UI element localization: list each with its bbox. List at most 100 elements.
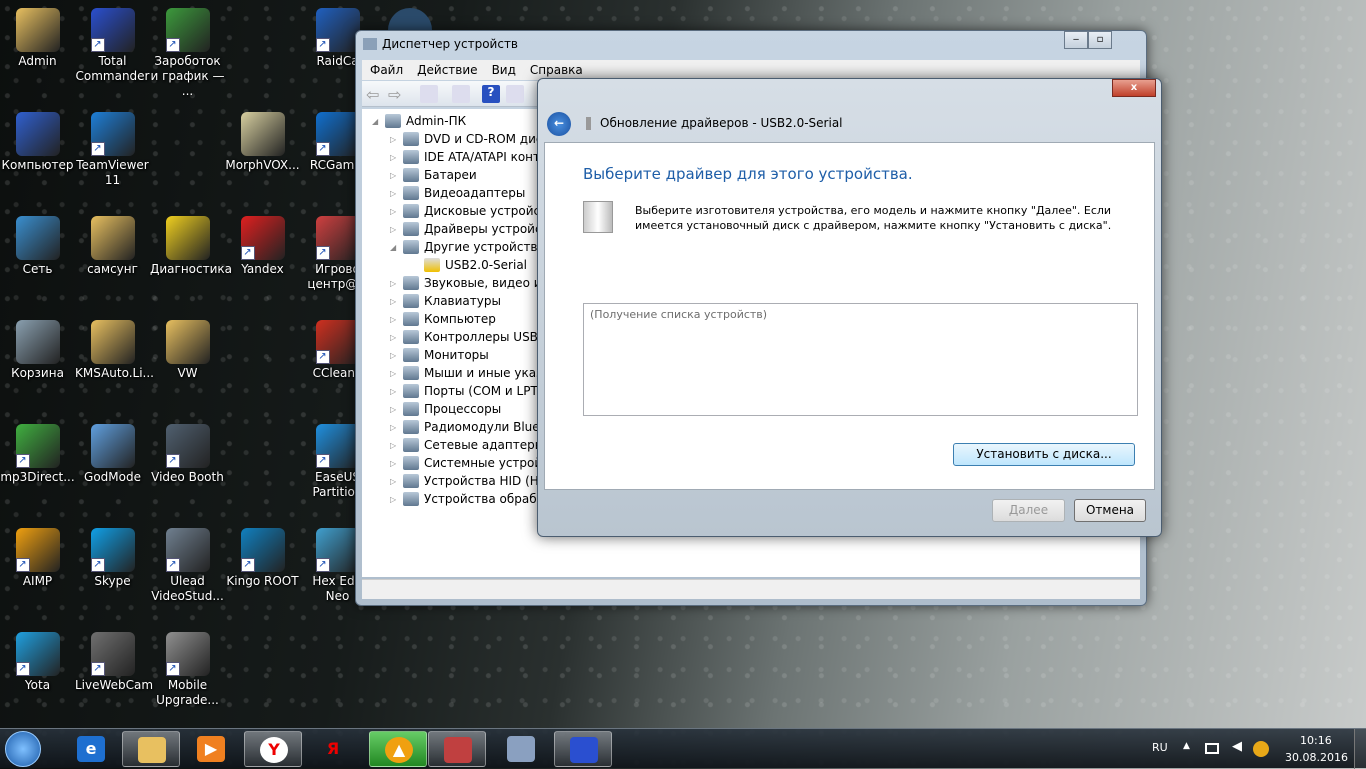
tree-category[interactable]: ▷ Батареи	[390, 166, 477, 184]
desktop-icon[interactable]: ↗ Kingo ROOT	[225, 528, 300, 589]
taskbar-yandex-browser[interactable]: Y	[244, 731, 302, 767]
expand-icon[interactable]: ▷	[390, 279, 398, 288]
app-icon: ↗	[90, 528, 135, 572]
shortcut-arrow-icon: ↗	[165, 38, 180, 52]
expand-icon[interactable]: ▷	[390, 369, 398, 378]
show-hidden-icons[interactable]: ▲	[1183, 741, 1190, 751]
desktop-icon[interactable]: ↗ Зароботок и график — ...	[150, 8, 225, 99]
expand-icon[interactable]: ▷	[390, 405, 398, 414]
collapse-icon[interactable]: ◢	[390, 243, 398, 252]
tree-category[interactable]: ▷ Мониторы	[390, 346, 489, 364]
taskbar-explorer[interactable]	[122, 731, 180, 767]
expand-icon[interactable]: ▷	[390, 441, 398, 450]
tree-category[interactable]: ▷ Контроллеры USB	[390, 328, 538, 346]
expand-icon[interactable]: ▷	[390, 297, 398, 306]
desktop-icon[interactable]: GodMode	[75, 424, 150, 485]
taskbar-ie[interactable]: e	[62, 731, 120, 767]
forward-icon[interactable]: ⇨	[388, 85, 406, 104]
desktop-icon[interactable]: VW	[150, 320, 225, 381]
clock-date[interactable]: 30.08.2016	[1285, 751, 1348, 764]
console-tree-icon[interactable]	[420, 85, 438, 103]
action-pane-icon[interactable]	[506, 85, 524, 103]
yota-tray-icon[interactable]	[1253, 741, 1269, 757]
expand-icon[interactable]: ▷	[390, 189, 398, 198]
taskbar-device-manager[interactable]	[428, 731, 486, 767]
tree-root[interactable]: ◢ Admin-ПК	[372, 112, 466, 130]
expand-icon[interactable]: ▷	[390, 351, 398, 360]
expand-icon[interactable]: ▷	[390, 171, 398, 180]
collapse-icon[interactable]: ◢	[372, 117, 380, 126]
expand-icon[interactable]: ▷	[390, 477, 398, 486]
desktop-icon[interactable]: ↗ Mobile Upgrade...	[150, 632, 225, 708]
tree-category[interactable]: ▷ Процессоры	[390, 400, 501, 418]
tree-node-label: Драйверы устройств	[424, 222, 556, 236]
desktop-icon[interactable]: MorphVOX...	[225, 112, 300, 173]
tree-category[interactable]: ▷ Клавиатуры	[390, 292, 501, 310]
expand-icon[interactable]: ▷	[390, 459, 398, 468]
computer-icon	[385, 114, 401, 128]
tree-category[interactable]: ▷ Видеоадаптеры	[390, 184, 525, 202]
expand-icon[interactable]: ▷	[390, 225, 398, 234]
expand-icon[interactable]: ▷	[390, 495, 398, 504]
desktop-icon[interactable]: KMSAuto.Li...	[75, 320, 154, 381]
taskbar-media-player[interactable]: ▶	[182, 731, 240, 767]
desktop-icon[interactable]: ↗ Yota	[0, 632, 75, 693]
desktop-icon[interactable]: Диагностика	[150, 216, 232, 277]
menu-file[interactable]: Файл	[370, 63, 403, 77]
back-icon[interactable]: ⇦	[366, 85, 384, 104]
expand-icon[interactable]: ▷	[390, 207, 398, 216]
volume-icon[interactable]: ◀	[1232, 739, 1242, 754]
show-desktop-button[interactable]	[1354, 729, 1366, 769]
desktop-icon[interactable]: ↗ Total Commander	[75, 8, 150, 84]
desktop-icon[interactable]: ↗ Ulead VideoStud...	[150, 528, 225, 604]
desktop-icon[interactable]: самсунг	[75, 216, 150, 277]
help-icon[interactable]: ?	[482, 85, 500, 103]
desktop-icon[interactable]: Компьютер	[0, 112, 75, 173]
tree-category[interactable]: ▷ Сетевые адаптеры	[390, 436, 544, 454]
tree-category[interactable]: ▷ Порты (COM и LPT)	[390, 382, 542, 400]
have-disk-button[interactable]: Установить с диска...	[953, 443, 1135, 466]
minimize-button[interactable]: ‒	[1064, 31, 1088, 49]
taskbar-paint[interactable]	[492, 731, 550, 767]
menu-view[interactable]: Вид	[492, 63, 516, 77]
desktop-icon[interactable]: ↗ Yandex	[225, 216, 300, 277]
desktop-icon[interactable]: ↗ LiveWebCam	[75, 632, 153, 693]
menu-action[interactable]: Действие	[417, 63, 477, 77]
language-indicator[interactable]: RU	[1152, 741, 1168, 754]
desktop-icon[interactable]: ↗ mp3Direct...	[0, 424, 75, 485]
next-button[interactable]: Далее	[992, 499, 1065, 522]
desktop-icon[interactable]: ↗ Video Booth	[150, 424, 225, 485]
expand-icon[interactable]: ▷	[390, 315, 398, 324]
device-list[interactable]: (Получение списка устройств)	[583, 303, 1138, 416]
taskbar-yandex[interactable]: Я	[304, 731, 362, 767]
close-button[interactable]: x	[1112, 79, 1156, 97]
start-button[interactable]	[5, 731, 41, 767]
desktop-icon[interactable]: ↗ Skype	[75, 528, 150, 589]
desktop-icon[interactable]: ↗ TeamViewer 11	[75, 112, 150, 188]
desktop-icon[interactable]: Корзина	[0, 320, 75, 381]
tree-category[interactable]: ▷ Компьютер	[390, 310, 496, 328]
clock-time[interactable]: 10:16	[1300, 734, 1332, 747]
maximize-button[interactable]: ▫	[1088, 31, 1112, 49]
tree-category[interactable]: ▷ Драйверы устройств	[390, 220, 556, 238]
expand-icon[interactable]: ▷	[390, 333, 398, 342]
taskbar-aimp[interactable]: ▲	[369, 731, 427, 767]
network-icon[interactable]	[1205, 743, 1219, 754]
device-category-icon	[403, 384, 419, 398]
cancel-button[interactable]: Отмена	[1074, 499, 1146, 522]
tree-device[interactable]: USB2.0-Serial	[424, 256, 527, 274]
expand-icon[interactable]: ▷	[390, 153, 398, 162]
desktop-icon[interactable]: ↗ AIMP	[0, 528, 75, 589]
desktop-icon[interactable]: Admin	[0, 8, 75, 69]
taskbar-total-commander[interactable]	[554, 731, 612, 767]
expand-icon[interactable]: ▷	[390, 387, 398, 396]
properties-icon[interactable]	[452, 85, 470, 103]
menu-help[interactable]: Справка	[530, 63, 583, 77]
expand-icon[interactable]: ▷	[390, 423, 398, 432]
tree-category[interactable]: ◢ Другие устройства	[390, 238, 545, 256]
desktop-icon-label: самсунг	[87, 262, 138, 276]
back-button[interactable]: ←	[547, 112, 571, 136]
desktop-icon[interactable]: Сеть	[0, 216, 75, 277]
expand-icon[interactable]: ▷	[390, 135, 398, 144]
tree-category[interactable]: ▷ Дисковые устройства	[390, 202, 562, 220]
